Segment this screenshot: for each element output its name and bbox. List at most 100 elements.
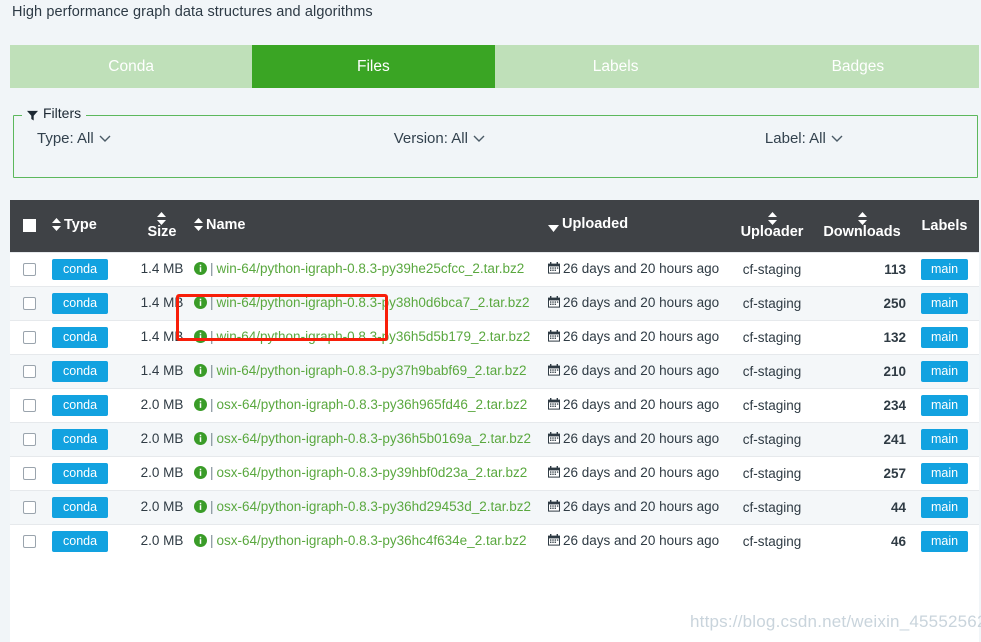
info-icon[interactable]	[194, 397, 207, 411]
label-badge[interactable]: main	[920, 530, 969, 552]
filter-version[interactable]: Version: All	[394, 130, 485, 147]
type-badge[interactable]: conda	[52, 292, 109, 314]
row-select-cell[interactable]	[10, 353, 48, 388]
row-select-cell[interactable]	[10, 523, 48, 558]
filters-row: Type: All Version: All Label: All	[14, 130, 977, 147]
type-badge[interactable]: conda	[52, 530, 109, 552]
info-icon[interactable]	[194, 465, 207, 479]
type-badge[interactable]: conda	[52, 360, 109, 382]
header-uploader[interactable]: Uploader	[730, 200, 814, 252]
info-icon[interactable]	[194, 499, 207, 513]
row-downloads-cell: 210	[814, 353, 910, 388]
calendar-icon	[548, 261, 560, 274]
row-select-cell[interactable]	[10, 489, 48, 524]
label-badge[interactable]: main	[920, 462, 969, 484]
file-name-link[interactable]: osx-64/python-igraph-0.8.3-py36hd29453d_…	[217, 499, 531, 514]
filter-version-label: Version: All	[393, 130, 468, 147]
select-all-checkbox[interactable]	[22, 219, 36, 233]
table-row[interactable]: conda 1.4 MB | win-64/python-igraph-0.8.3-p…	[10, 319, 979, 354]
package-description: High performance graph data structures a…	[12, 4, 373, 20]
row-select-cell[interactable]	[10, 455, 48, 490]
calendar-icon	[548, 397, 560, 410]
row-type-cell: conda	[48, 319, 134, 354]
file-name-link[interactable]: osx-64/python-igraph-0.8.3-py36hc4f634e_…	[217, 533, 527, 548]
table-row[interactable]: conda 1.4 MB | win-64/python-igraph-0.8.3-p…	[10, 251, 979, 286]
header-type[interactable]: Type	[48, 200, 134, 252]
chevron-down-icon[interactable]	[831, 134, 843, 145]
file-name-link[interactable]: osx-64/python-igraph-0.8.3-py36h965fd46_…	[217, 397, 528, 412]
file-name-link[interactable]: win-64/python-igraph-0.8.3-py36h5d5b179_…	[217, 329, 531, 344]
label-badge[interactable]: main	[920, 496, 969, 518]
filter-type[interactable]: Type: All	[37, 130, 111, 147]
row-uploader-cell: cf-staging	[730, 353, 814, 388]
header-uploaded[interactable]: Uploaded	[544, 200, 730, 252]
row-checkbox[interactable]	[22, 399, 36, 413]
tab-labels[interactable]: Labels	[494, 45, 737, 88]
row-select-cell[interactable]	[10, 421, 48, 456]
type-badge[interactable]: conda	[52, 326, 109, 348]
label-badge[interactable]: main	[920, 394, 969, 416]
sort-both-icon[interactable]	[52, 218, 61, 231]
header-size[interactable]: Size	[134, 200, 190, 252]
info-icon[interactable]	[194, 431, 207, 445]
table-row[interactable]: conda 2.0 MB | osx-64/python-igraph-0.8.3-p…	[10, 523, 979, 558]
row-select-cell[interactable]	[10, 285, 48, 320]
table-header-row: Type Size Name Uploaded Uploader Downloa…	[10, 200, 979, 252]
file-name-link[interactable]: win-64/python-igraph-0.8.3-py38h0d6bca7_…	[217, 295, 530, 310]
tab-bar: Conda Files Labels Badges	[10, 45, 979, 88]
row-checkbox[interactable]	[22, 433, 36, 447]
table-row[interactable]: conda 2.0 MB | osx-64/python-igraph-0.8.3-p…	[10, 489, 979, 524]
separator: |	[210, 464, 214, 480]
header-name[interactable]: Name	[190, 200, 544, 252]
type-badge[interactable]: conda	[52, 428, 109, 450]
file-name-link[interactable]: win-64/python-igraph-0.8.3-py37h9babf69_…	[217, 363, 527, 378]
file-name-link[interactable]: osx-64/python-igraph-0.8.3-py39hbf0d23a_…	[217, 465, 528, 480]
type-badge[interactable]: conda	[52, 258, 109, 280]
row-select-cell[interactable]	[10, 319, 48, 354]
filter-label[interactable]: Label: All	[765, 130, 843, 147]
row-downloads-cell: 257	[814, 455, 910, 490]
uploaded-text: 26 days and 20 hours ago	[563, 532, 720, 548]
label-badge[interactable]: main	[920, 428, 969, 450]
info-icon[interactable]	[194, 533, 207, 547]
label-badge[interactable]: main	[920, 258, 969, 280]
sort-descending-icon[interactable]	[548, 220, 559, 232]
tab-badges[interactable]: Badges	[736, 45, 979, 88]
row-checkbox[interactable]	[22, 297, 36, 311]
file-name-link[interactable]: osx-64/python-igraph-0.8.3-py36h5b0169a_…	[217, 431, 531, 446]
header-select-all[interactable]	[10, 200, 48, 252]
chevron-down-icon[interactable]	[473, 134, 485, 145]
header-downloads[interactable]: Downloads	[814, 200, 910, 252]
label-badge[interactable]: main	[920, 360, 969, 382]
type-badge[interactable]: conda	[52, 496, 109, 518]
tab-conda[interactable]: Conda	[10, 45, 253, 88]
sort-both-icon[interactable]	[194, 218, 203, 231]
table-row[interactable]: conda 2.0 MB | osx-64/python-igraph-0.8.3-p…	[10, 455, 979, 490]
info-icon[interactable]	[194, 329, 207, 343]
table-row[interactable]: conda 1.4 MB | win-64/python-igraph-0.8.3-p…	[10, 353, 979, 388]
table-row[interactable]: conda 1.4 MB | win-64/python-igraph-0.8.3-p…	[10, 285, 979, 320]
tab-files[interactable]: Files	[252, 45, 495, 88]
row-select-cell[interactable]	[10, 387, 48, 422]
row-checkbox[interactable]	[22, 331, 36, 345]
info-icon[interactable]	[194, 295, 207, 309]
row-checkbox[interactable]	[22, 535, 36, 549]
type-badge[interactable]: conda	[52, 462, 109, 484]
info-icon[interactable]	[194, 363, 207, 377]
table-row[interactable]: conda 2.0 MB | osx-64/python-igraph-0.8.3-p…	[10, 387, 979, 422]
row-select-cell[interactable]	[10, 251, 48, 286]
row-checkbox[interactable]	[22, 365, 36, 379]
header-downloads-label: Downloads	[823, 224, 901, 240]
file-name-link[interactable]: win-64/python-igraph-0.8.3-py39he25cfcc_…	[217, 261, 525, 276]
row-size-cell: 2.0 MB	[134, 489, 190, 524]
chevron-down-icon[interactable]	[99, 134, 111, 145]
row-checkbox[interactable]	[22, 263, 36, 277]
row-checkbox[interactable]	[22, 467, 36, 481]
row-checkbox[interactable]	[22, 501, 36, 515]
table-row[interactable]: conda 2.0 MB | osx-64/python-igraph-0.8.3-p…	[10, 421, 979, 456]
label-badge[interactable]: main	[920, 326, 969, 348]
info-icon[interactable]	[194, 261, 207, 275]
type-badge[interactable]: conda	[52, 394, 109, 416]
label-badge[interactable]: main	[920, 292, 969, 314]
files-table-container[interactable]: Type Size Name Uploaded Uploader Downloa…	[10, 200, 979, 642]
